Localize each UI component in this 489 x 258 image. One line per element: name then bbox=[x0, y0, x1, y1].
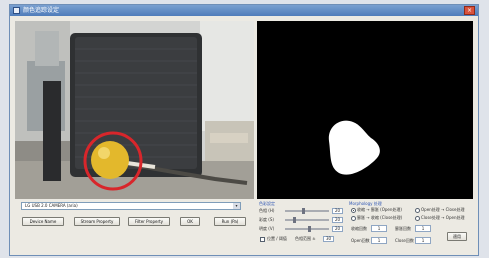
close-button[interactable]: × bbox=[464, 6, 475, 15]
window-title: 颜色追踪设定 bbox=[23, 7, 60, 14]
color-settings-title: 色彩設定 bbox=[259, 201, 275, 206]
position-threshold-label: 位置 / 阈值 bbox=[267, 236, 287, 241]
camera-device-select[interactable]: LG USB 2.0 CAMERA (aria) ▾ bbox=[21, 202, 241, 210]
slider-label-h: 色相 (H) bbox=[259, 208, 275, 213]
morph-radio-open[interactable] bbox=[351, 208, 356, 213]
slider-s[interactable] bbox=[285, 217, 329, 223]
slider-label-s: 彩度 (S) bbox=[259, 217, 274, 222]
stream-property-button[interactable]: Stream Property bbox=[74, 217, 120, 226]
chevron-down-icon[interactable]: ▾ bbox=[233, 203, 240, 209]
slider-label-v: 明度 (V) bbox=[259, 226, 275, 231]
morph-option-close: 膨胀 → 收缩 (Close处理) bbox=[357, 215, 403, 220]
color-tracking-window: 颜色追踪设定 × LG USB 2.0 CAMERA (aria) ▾ Devi… bbox=[9, 4, 479, 256]
morph-radio-close[interactable] bbox=[351, 216, 356, 221]
slider-value-v[interactable]: 20 bbox=[332, 226, 343, 232]
filter-property-button[interactable]: Filter Property bbox=[128, 217, 170, 226]
slider-thumb-v[interactable] bbox=[308, 226, 311, 232]
morph-option-open-close: Open处理 → Close处理 bbox=[421, 207, 465, 212]
ok-button[interactable]: OK bbox=[180, 217, 200, 226]
dilate-count-label: 膨胀回数 bbox=[395, 226, 411, 231]
slider-thumb-s[interactable] bbox=[293, 217, 296, 223]
camera-device-value: LG USB 2.0 CAMERA (aria) bbox=[25, 203, 78, 208]
dilate-count-input[interactable]: 1 bbox=[415, 225, 431, 232]
erode-count-input[interactable]: 1 bbox=[371, 225, 387, 232]
title-bar[interactable]: 颜色追踪设定 × bbox=[10, 5, 478, 16]
open-count-label: Open回数 bbox=[351, 238, 370, 243]
open-count-input[interactable]: 1 bbox=[371, 237, 387, 244]
morph-option-close-open: Close处理 → Open处理 bbox=[421, 215, 465, 220]
morph-radio-open-close[interactable] bbox=[415, 208, 420, 213]
color-range-value[interactable]: 30 bbox=[323, 236, 334, 242]
app-icon bbox=[13, 7, 20, 14]
position-threshold-checkbox[interactable] bbox=[260, 237, 265, 242]
close-count-label: Close回数 bbox=[395, 238, 414, 243]
apply-button[interactable]: 適用 bbox=[447, 232, 467, 241]
slider-value-h[interactable]: 20 bbox=[332, 208, 343, 214]
close-count-input[interactable]: 1 bbox=[415, 237, 431, 244]
run-pause-button[interactable]: Run (Pa) bbox=[214, 217, 246, 226]
morph-radio-close-open[interactable] bbox=[415, 216, 420, 221]
color-range-label: 色相范围 ± bbox=[295, 236, 316, 241]
slider-h[interactable] bbox=[285, 208, 329, 214]
binary-mask-preview bbox=[257, 21, 473, 199]
erode-count-label: 收缩回数 bbox=[351, 226, 367, 231]
slider-v[interactable] bbox=[285, 226, 329, 232]
slider-value-s[interactable]: 20 bbox=[332, 217, 343, 223]
slider-thumb-h[interactable] bbox=[302, 208, 305, 214]
morph-option-open: 收缩 → 膨胀 (Open处理) bbox=[357, 207, 402, 212]
device-name-button[interactable]: Device Name bbox=[22, 217, 64, 226]
morphology-title: Morphology 处理 bbox=[349, 201, 382, 206]
camera-preview bbox=[15, 21, 254, 199]
tracked-ball bbox=[91, 141, 129, 179]
